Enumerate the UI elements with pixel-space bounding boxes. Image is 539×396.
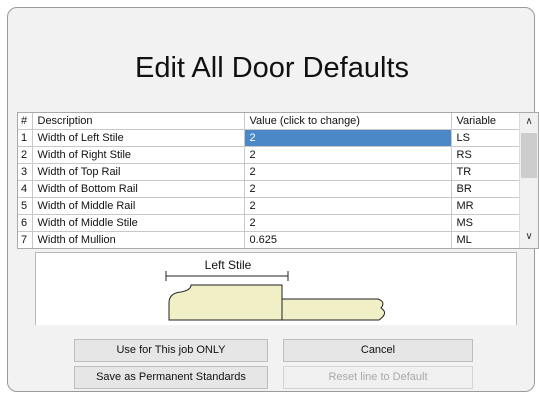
row-number: 7: [18, 231, 33, 248]
row-number: 5: [18, 197, 33, 215]
row-description: Width of Left Stile: [32, 129, 245, 147]
edit-door-defaults-dialog: Edit All Door Defaults # Description Val…: [7, 7, 539, 392]
scroll-down-icon[interactable]: ∨: [520, 231, 538, 242]
row-number: 6: [18, 214, 33, 232]
row-description: Width of Mullion: [32, 231, 245, 248]
table-scrollbar[interactable]: ∧ ∨: [519, 113, 538, 248]
defaults-table: # Description Value (click to change) Va…: [18, 113, 521, 248]
row-number: 4: [18, 180, 33, 198]
row-variable: RS: [451, 146, 521, 164]
row-variable: MS: [451, 214, 521, 232]
table-row[interactable]: 1 Width of Left Stile 2 LS: [18, 129, 521, 147]
dialog-title: Edit All Door Defaults: [134, 52, 409, 84]
row-number: 2: [18, 146, 33, 164]
column-header-variable: Variable: [451, 113, 521, 130]
stile-profile-diagram: Left Stile: [165, 258, 385, 321]
row-value-cell[interactable]: 2: [244, 197, 452, 215]
defaults-grid: # Description Value (click to change) Va…: [17, 112, 539, 249]
row-description: Width of Right Stile: [32, 146, 245, 164]
row-value-cell[interactable]: 2: [244, 163, 452, 181]
row-description: Width of Bottom Rail: [32, 180, 245, 198]
reset-line-button: Reset line to Default: [283, 366, 473, 389]
table-row[interactable]: 2 Width of Right Stile 2 RS: [18, 146, 521, 164]
column-header-value: Value (click to change): [244, 113, 452, 130]
column-header-number: #: [18, 113, 33, 130]
row-variable: MR: [451, 197, 521, 215]
row-variable: TR: [451, 163, 521, 181]
row-value-cell[interactable]: 0.625: [244, 231, 452, 248]
table-header-row: # Description Value (click to change) Va…: [18, 113, 521, 130]
table-row[interactable]: 5 Width of Middle Rail 2 MR: [18, 197, 521, 215]
row-description: Width of Middle Stile: [32, 214, 245, 232]
row-variable: ML: [451, 231, 521, 248]
row-variable: BR: [451, 180, 521, 198]
row-description: Width of Middle Rail: [32, 197, 245, 215]
scroll-up-icon[interactable]: ∧: [520, 116, 538, 127]
use-for-job-button[interactable]: Use for This job ONLY: [74, 339, 268, 362]
stile-profile-shape: [168, 284, 385, 321]
table-row[interactable]: 6 Width of Middle Stile 2 MS: [18, 214, 521, 232]
row-variable: LS: [451, 129, 521, 147]
cancel-button[interactable]: Cancel: [283, 339, 473, 362]
table-row[interactable]: 3 Width of Top Rail 2 TR: [18, 163, 521, 181]
row-value-cell[interactable]: 2: [244, 129, 452, 147]
row-value-cell[interactable]: 2: [244, 214, 452, 232]
row-number: 3: [18, 163, 33, 181]
save-permanent-button[interactable]: Save as Permanent Standards: [74, 366, 268, 389]
row-number: 1: [18, 129, 33, 147]
row-value-cell[interactable]: 2: [244, 146, 452, 164]
table-row[interactable]: 4 Width of Bottom Rail 2 BR: [18, 180, 521, 198]
table-row[interactable]: 7 Width of Mullion 0.625 ML: [18, 231, 521, 248]
row-description: Width of Top Rail: [32, 163, 245, 181]
stile-preview: Left Stile: [35, 252, 517, 325]
column-header-description: Description: [32, 113, 245, 130]
dimension-label: Left Stile: [205, 258, 252, 272]
scrollbar-thumb[interactable]: [521, 133, 537, 178]
row-value-cell[interactable]: 2: [244, 180, 452, 198]
